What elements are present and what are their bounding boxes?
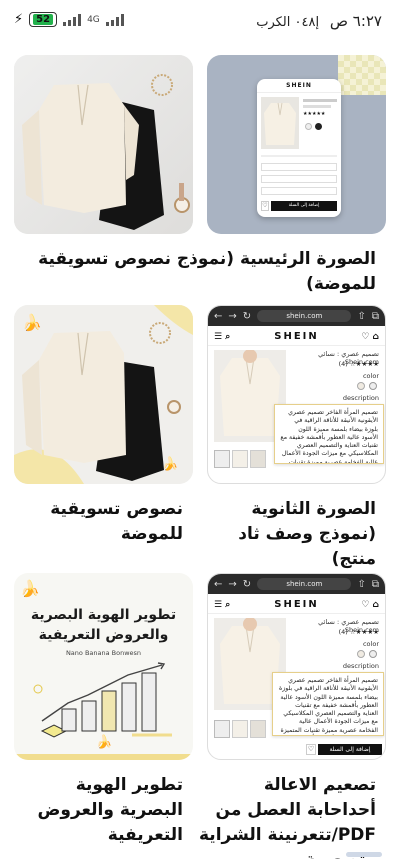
back-icon: ← — [214, 578, 223, 590]
thumbnail-2[interactable] — [232, 720, 248, 738]
battery-indicator: 52 — [29, 12, 58, 27]
banana-icon-2: 🍌 — [162, 457, 179, 472]
cart-icon: ♡ ⌂ — [361, 599, 379, 610]
thumbnail-1[interactable] — [214, 450, 230, 468]
caption-secondary-image: الصورة الثانوية (نموذج وصف ثاد منتج) — [238, 499, 376, 569]
color-swatch-white[interactable] — [369, 382, 377, 390]
infographic-title: تطوير الهوية البصرية والعروض التعريفية — [30, 607, 177, 643]
caption-product-photo-2: نصوص تسويقية للموضة — [50, 499, 183, 544]
thumbnail-1[interactable] — [214, 720, 230, 738]
tabs-icon: ⧉ — [371, 310, 379, 322]
product-description: تصميم المرأة الفاخر تصميم عصري الأيقونية… — [272, 672, 384, 736]
browser-toolbar: ← → ↻ shein.com ⇧ ⧉ — [208, 306, 385, 326]
store-header: ☰ ⌕ SHEIN ♡ ⌂ — [208, 328, 385, 346]
banana-icon: 🍌 — [22, 313, 42, 332]
caption-visual-identity: تطوير الهوية البصرية والعروض التعريفية — [37, 775, 183, 845]
outfit-flatlay-image — [14, 55, 193, 234]
secondary-image-card[interactable]: ← → ↻ shein.com ⇧ ⧉ ☰ ⌕ SHEIN ♡ ⌂ تصميم … — [207, 305, 386, 484]
charging-icon: ⚡ — [14, 12, 24, 27]
add-to-cart-button[interactable]: إضافة إلى السلة — [318, 744, 382, 755]
signal-icon — [63, 13, 82, 26]
refresh-icon: ↻ — [242, 578, 252, 590]
color-swatch-white[interactable] — [369, 650, 377, 658]
forward-icon: → — [228, 310, 237, 322]
product-photo-card-1[interactable] — [14, 55, 193, 234]
product-photo-card-2[interactable]: 🍌 🍌 — [14, 305, 193, 484]
status-icons: ⚡ 52 4G — [14, 12, 124, 27]
product-rating: ★★★★☆ (4) — [338, 628, 379, 636]
status-time: ٦:٢٧ ص إ٠٤٨ الكرب — [256, 12, 382, 30]
menu-icon: ☰ ⌕ — [214, 599, 231, 610]
tabs-icon: ⧉ — [371, 578, 379, 590]
pdf-design-card[interactable]: ← → ↻ shein.com ⇧ ⧉ ☰ ⌕ SHEIN ♡ ⌂ تصميم … — [207, 573, 386, 760]
heart-icon[interactable]: ♡ — [306, 744, 316, 755]
browser-toolbar-2: ← → ↻ shein.com ⇧ ⧉ — [208, 574, 385, 594]
pixel-pattern — [338, 55, 386, 95]
url-bar: shein.com — [257, 578, 352, 590]
product-description: تصميم المرأة الفاخر تصميم عصري الأيقونية… — [274, 404, 384, 464]
scroll-indicator — [346, 852, 382, 857]
caption-main-image: الصورة الرئيسية (نموذج نصوص تسويقية للمو… — [38, 249, 376, 294]
phone-mockup: SHEIN ★★★★★ إضافة إلى السلة ♡ — [257, 79, 341, 217]
blouse-thumbnail — [261, 97, 299, 149]
banana-icon: 🍌 — [20, 579, 40, 598]
url-bar: shein.com — [257, 310, 352, 322]
product-rating: ★★★★☆ (4) — [338, 360, 379, 368]
description-label: description — [342, 662, 379, 670]
menu-icon: ☰ ⌕ — [214, 331, 231, 342]
growth-bars-illustration — [33, 662, 172, 738]
status-bar: ⚡ 52 4G ٦:٢٧ ص إ٠٤٨ الكرب — [0, 0, 400, 44]
refresh-icon: ↻ — [242, 310, 252, 322]
color-label: color — [362, 640, 379, 648]
signal-icon-2 — [105, 13, 124, 26]
store-header: ☰ ⌕ SHEIN ♡ ⌂ — [208, 596, 385, 614]
thumbnail-3[interactable] — [250, 720, 266, 738]
thumbnail-2[interactable] — [232, 450, 248, 468]
thumbnail-3[interactable] — [250, 450, 266, 468]
color-swatch-cream[interactable] — [357, 382, 365, 390]
main-image-card[interactable]: SHEIN ★★★★★ إضافة إلى السلة ♡ — [207, 55, 386, 234]
network-type: 4G — [87, 14, 100, 25]
color-label: color — [362, 372, 379, 380]
infographic-subtitle: Nano Banana Bonwesn — [65, 649, 142, 657]
description-label: description — [342, 394, 379, 402]
cart-icon: ♡ ⌂ — [361, 331, 379, 342]
share-icon: ⇧ — [357, 310, 366, 322]
add-to-cart-button: إضافة إلى السلة — [271, 201, 337, 211]
heart-icon: ♡ — [261, 201, 269, 211]
visual-identity-card[interactable]: 🍌 🍌 تطوير الهوية البصرية والعروض التعريف… — [14, 573, 193, 760]
caption-pdf-design: تصعيم الاعالة أحداحابة العصل من PDF/تتعر… — [199, 775, 376, 859]
color-swatch-cream[interactable] — [357, 650, 365, 658]
forward-icon: → — [228, 578, 237, 590]
back-icon: ← — [214, 310, 223, 322]
share-icon: ⇧ — [357, 578, 366, 590]
